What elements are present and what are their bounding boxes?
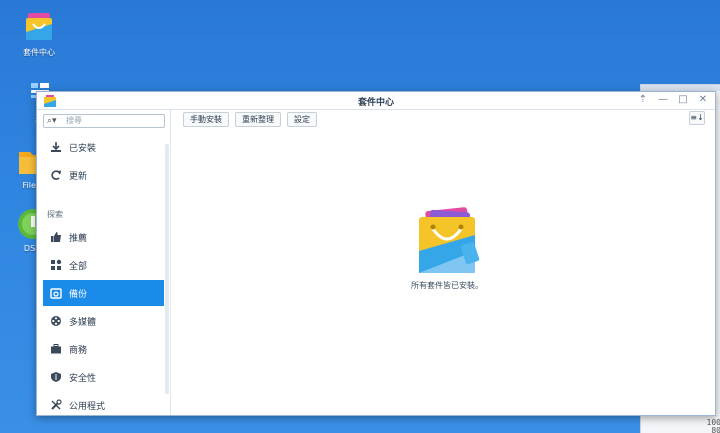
shield-icon	[49, 370, 63, 384]
thumbs-up-icon	[49, 230, 63, 244]
sidebar-item-update[interactable]: 更新	[43, 162, 164, 188]
sidebar-item-label: 更新	[69, 171, 88, 182]
grid-icon	[49, 258, 63, 272]
sidebar-item-label: 多媒體	[69, 317, 97, 328]
pin-icon[interactable]: ⇡	[637, 94, 649, 106]
sidebar-item-business[interactable]: 商務	[43, 336, 164, 362]
axis-tick-label: 80	[711, 426, 720, 433]
sidebar-item-recommended[interactable]: 推薦	[43, 224, 164, 250]
desktop-icon-package-center[interactable]: 套件中心	[14, 10, 64, 58]
backup-icon	[49, 286, 63, 300]
sidebar-item-multimedia[interactable]: 多媒體	[43, 308, 164, 334]
sidebar-item-label: 已安裝	[69, 143, 97, 154]
sidebar-item-label: 商務	[69, 345, 88, 356]
sidebar: ⌕▾ 搜尋 已安裝 更新 探索 推薦 全部 備份 多媒體 商務 安全性 公用程式	[37, 110, 171, 415]
window-title: 套件中心	[357, 98, 394, 108]
empty-state-message: 所有套件皆已安裝。	[411, 281, 483, 290]
close-icon[interactable]: ✕	[697, 94, 709, 106]
desktop-icon-label: 套件中心	[23, 48, 55, 57]
download-icon	[49, 140, 63, 154]
sidebar-item-installed[interactable]: 已安裝	[43, 134, 164, 160]
window-titlebar[interactable]: 套件中心 ⇡ — □ ✕	[37, 92, 715, 110]
film-reel-icon	[49, 314, 63, 328]
sidebar-item-utilities[interactable]: 公用程式	[43, 392, 164, 418]
settings-button[interactable]: 設定	[287, 112, 317, 127]
sidebar-item-label: 備份	[69, 289, 88, 300]
tools-icon	[49, 398, 63, 412]
search-input[interactable]: ⌕▾ 搜尋	[43, 114, 165, 128]
sort-icon[interactable]: ≡↓	[689, 111, 705, 125]
reindex-button[interactable]: 重新整理	[235, 112, 281, 127]
maximize-icon[interactable]: □	[677, 94, 689, 106]
sidebar-item-label: 安全性	[69, 373, 97, 384]
section-label-explore: 探索	[47, 210, 63, 219]
sidebar-scrollbar[interactable]	[165, 144, 169, 394]
search-icon: ⌕▾	[47, 116, 57, 126]
sidebar-item-backup[interactable]: 備份	[43, 280, 164, 306]
sidebar-item-label: 公用程式	[69, 401, 106, 412]
package-center-window[interactable]: 套件中心 ⇡ — □ ✕ ⌕▾ 搜尋 已安裝 更新 探索 推薦 全部 備份 多媒…	[36, 91, 716, 416]
background-chart-axis: 100 80 60	[707, 419, 720, 433]
refresh-icon	[49, 168, 63, 182]
briefcase-icon	[49, 342, 63, 356]
search-placeholder: 搜尋	[66, 116, 82, 125]
manual-install-button[interactable]: 手動安裝	[183, 112, 229, 127]
package-center-logo	[413, 207, 483, 280]
toolbar: 手動安裝 重新整理 設定	[183, 112, 317, 127]
shopping-bag-icon	[22, 10, 56, 44]
sidebar-item-security[interactable]: 安全性	[43, 364, 164, 390]
minimize-icon[interactable]: —	[657, 94, 669, 106]
sidebar-item-all[interactable]: 全部	[43, 252, 164, 278]
sidebar-item-label: 推薦	[69, 233, 88, 244]
window-controls: ⇡ — □ ✕	[637, 94, 709, 106]
sidebar-item-label: 全部	[69, 261, 88, 272]
